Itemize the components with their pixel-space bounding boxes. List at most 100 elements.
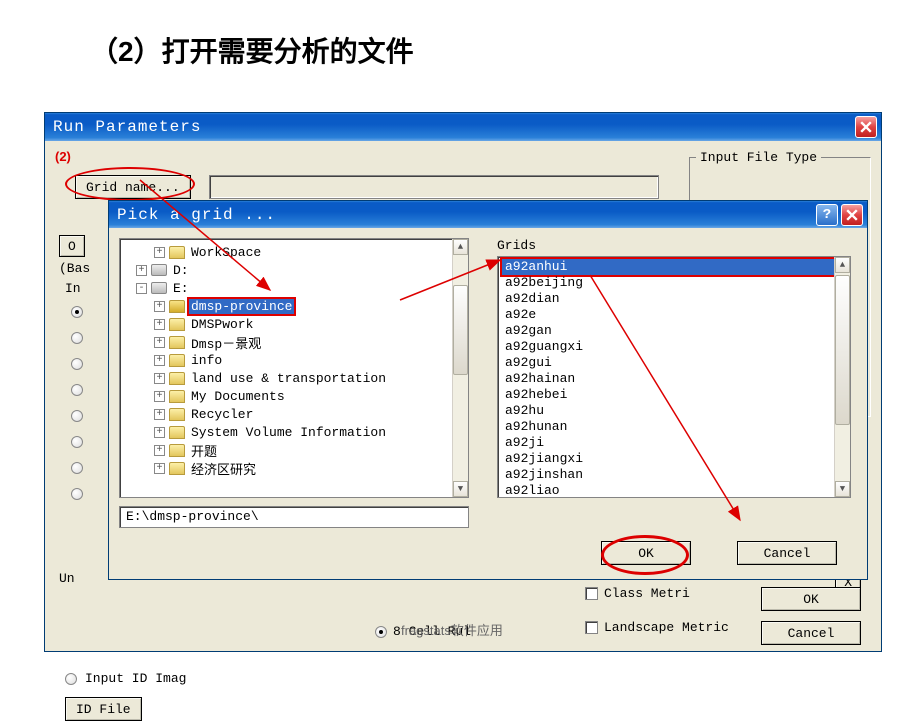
list-item[interactable]: a92e bbox=[502, 307, 846, 323]
tree-item[interactable]: + dmsp-province bbox=[122, 297, 466, 315]
tree-item[interactable]: -E: bbox=[122, 279, 466, 297]
list-item[interactable]: a92hebei bbox=[502, 387, 846, 403]
scrollbar[interactable]: ▲ ▼ bbox=[452, 239, 468, 497]
radio-option[interactable] bbox=[71, 462, 83, 474]
tree-item[interactable]: + My Documents bbox=[122, 387, 466, 405]
list-item[interactable]: a92jiangxi bbox=[502, 451, 846, 467]
radio-option[interactable] bbox=[71, 358, 83, 370]
list-item[interactable]: a92hu bbox=[502, 403, 846, 419]
scroll-down-icon[interactable]: ▼ bbox=[835, 481, 850, 497]
rp-title: Run Parameters bbox=[53, 118, 855, 136]
grids-label: Grids bbox=[497, 238, 536, 253]
scroll-up-icon[interactable]: ▲ bbox=[453, 239, 468, 255]
radio-8cell[interactable] bbox=[375, 626, 387, 638]
tree-item-label: dmsp-province bbox=[189, 299, 294, 314]
tree-item-label: WorkSpace bbox=[189, 245, 263, 260]
id-file-button[interactable]: ID File bbox=[65, 697, 142, 721]
radio-option[interactable] bbox=[71, 488, 83, 500]
list-item[interactable]: a92gui bbox=[502, 355, 846, 371]
folder-icon bbox=[169, 300, 185, 313]
scrollbar[interactable]: ▲ ▼ bbox=[834, 257, 850, 497]
rp-ok-button[interactable]: OK bbox=[761, 587, 861, 611]
tree-item[interactable]: +Recycler bbox=[122, 405, 466, 423]
expand-icon[interactable]: + bbox=[154, 427, 165, 438]
expand-icon[interactable]: + bbox=[154, 463, 165, 474]
path-field[interactable]: E:\dmsp-province\ bbox=[119, 506, 469, 528]
tree-item-label: 开题 bbox=[189, 441, 219, 460]
scroll-up-icon[interactable]: ▲ bbox=[835, 257, 850, 273]
expand-icon[interactable]: + bbox=[154, 301, 165, 312]
expand-icon[interactable]: + bbox=[154, 409, 165, 420]
tree-item-label: D: bbox=[171, 263, 191, 278]
folder-icon bbox=[169, 426, 185, 439]
list-item[interactable]: a92jinshan bbox=[502, 467, 846, 483]
folder-icon bbox=[169, 318, 185, 331]
list-item[interactable]: a92dian bbox=[502, 291, 846, 307]
tree-item[interactable]: + 开题 bbox=[122, 441, 466, 459]
grid-name-button[interactable]: Grid name... bbox=[75, 175, 191, 199]
close-icon[interactable] bbox=[855, 116, 877, 138]
pg-titlebar[interactable]: Pick a grid ... ? bbox=[109, 201, 867, 228]
rp-cancel-button[interactable]: Cancel bbox=[761, 621, 861, 645]
folder-icon bbox=[169, 354, 185, 367]
tree-item[interactable]: + System Volume Information bbox=[122, 423, 466, 441]
tree-item[interactable]: + 经济区研究 bbox=[122, 459, 466, 477]
tree-item-label: 经济区研究 bbox=[189, 459, 258, 478]
tree-item[interactable]: + info bbox=[122, 351, 466, 369]
tree-item-label: System Volume Information bbox=[189, 425, 388, 440]
radio-option[interactable] bbox=[71, 436, 83, 448]
input-id-label: Input ID Imag bbox=[85, 671, 186, 686]
folder-icon bbox=[169, 390, 185, 403]
list-item[interactable]: a92ji bbox=[502, 435, 846, 451]
tree-item[interactable]: + DMSPwork bbox=[122, 315, 466, 333]
list-item[interactable]: a92anhui bbox=[502, 259, 846, 275]
folder-icon bbox=[169, 372, 185, 385]
pg-title: Pick a grid ... bbox=[117, 206, 816, 224]
checkbox-landscape-metric[interactable] bbox=[585, 621, 598, 634]
expand-icon[interactable]: + bbox=[154, 319, 165, 330]
folder-tree[interactable]: +WorkSpace+D:-E:+dmsp-province+DMSPwork+… bbox=[119, 238, 469, 498]
checkbox-class-metric[interactable] bbox=[585, 587, 598, 600]
radio-option[interactable] bbox=[71, 410, 83, 422]
scroll-down-icon[interactable]: ▼ bbox=[453, 481, 468, 497]
tree-item-label: Dmsp－景观 bbox=[189, 333, 263, 352]
landscape-metric-label: Landscape Metric bbox=[604, 620, 729, 635]
list-item[interactable]: a92hunan bbox=[502, 419, 846, 435]
expand-icon[interactable]: + bbox=[154, 355, 165, 366]
expand-icon[interactable]: + bbox=[154, 337, 165, 348]
expand-icon[interactable]: + bbox=[154, 445, 165, 456]
tree-item[interactable]: + D: bbox=[122, 261, 466, 279]
drive-icon bbox=[151, 264, 167, 276]
input-file-type-label: Input File Type bbox=[696, 150, 821, 165]
grid-name-field[interactable] bbox=[209, 175, 659, 199]
collapse-icon[interactable]: - bbox=[136, 283, 147, 294]
list-item[interactable]: a92gan bbox=[502, 323, 846, 339]
tree-item-label: info bbox=[189, 353, 224, 368]
tree-item[interactable]: + WorkSpace bbox=[122, 243, 466, 261]
o-button[interactable]: O bbox=[59, 235, 85, 257]
tree-item-label: My Documents bbox=[189, 389, 287, 404]
list-item[interactable]: a92liao bbox=[502, 483, 846, 498]
class-metric-label: Class Metri bbox=[604, 586, 690, 601]
radio-option[interactable] bbox=[71, 306, 83, 318]
pg-cancel-button[interactable]: Cancel bbox=[737, 541, 837, 565]
radio-id-imag[interactable] bbox=[65, 673, 77, 685]
expand-icon[interactable]: + bbox=[154, 373, 165, 384]
un-label: Un bbox=[59, 571, 75, 586]
tree-item-label: DMSPwork bbox=[189, 317, 255, 332]
tree-item[interactable]: + Dmsp－景观 bbox=[122, 333, 466, 351]
list-item[interactable]: a92guangxi bbox=[502, 339, 846, 355]
help-icon[interactable]: ? bbox=[816, 204, 838, 226]
list-item[interactable]: a92hainan bbox=[502, 371, 846, 387]
tree-item[interactable]: +land use & transportation bbox=[122, 369, 466, 387]
expand-icon[interactable]: + bbox=[154, 247, 165, 258]
list-item[interactable]: a92beijing bbox=[502, 275, 846, 291]
expand-icon[interactable]: + bbox=[136, 265, 147, 276]
radio-option[interactable] bbox=[71, 384, 83, 396]
rp-titlebar[interactable]: Run Parameters bbox=[45, 113, 881, 141]
radio-option[interactable] bbox=[71, 332, 83, 344]
grids-listbox[interactable]: a92anhuia92beijinga92diana92ea92gana92gu… bbox=[497, 256, 851, 498]
pg-ok-button[interactable]: OK bbox=[601, 541, 691, 565]
expand-icon[interactable]: + bbox=[154, 391, 165, 402]
close-icon[interactable] bbox=[841, 204, 863, 226]
